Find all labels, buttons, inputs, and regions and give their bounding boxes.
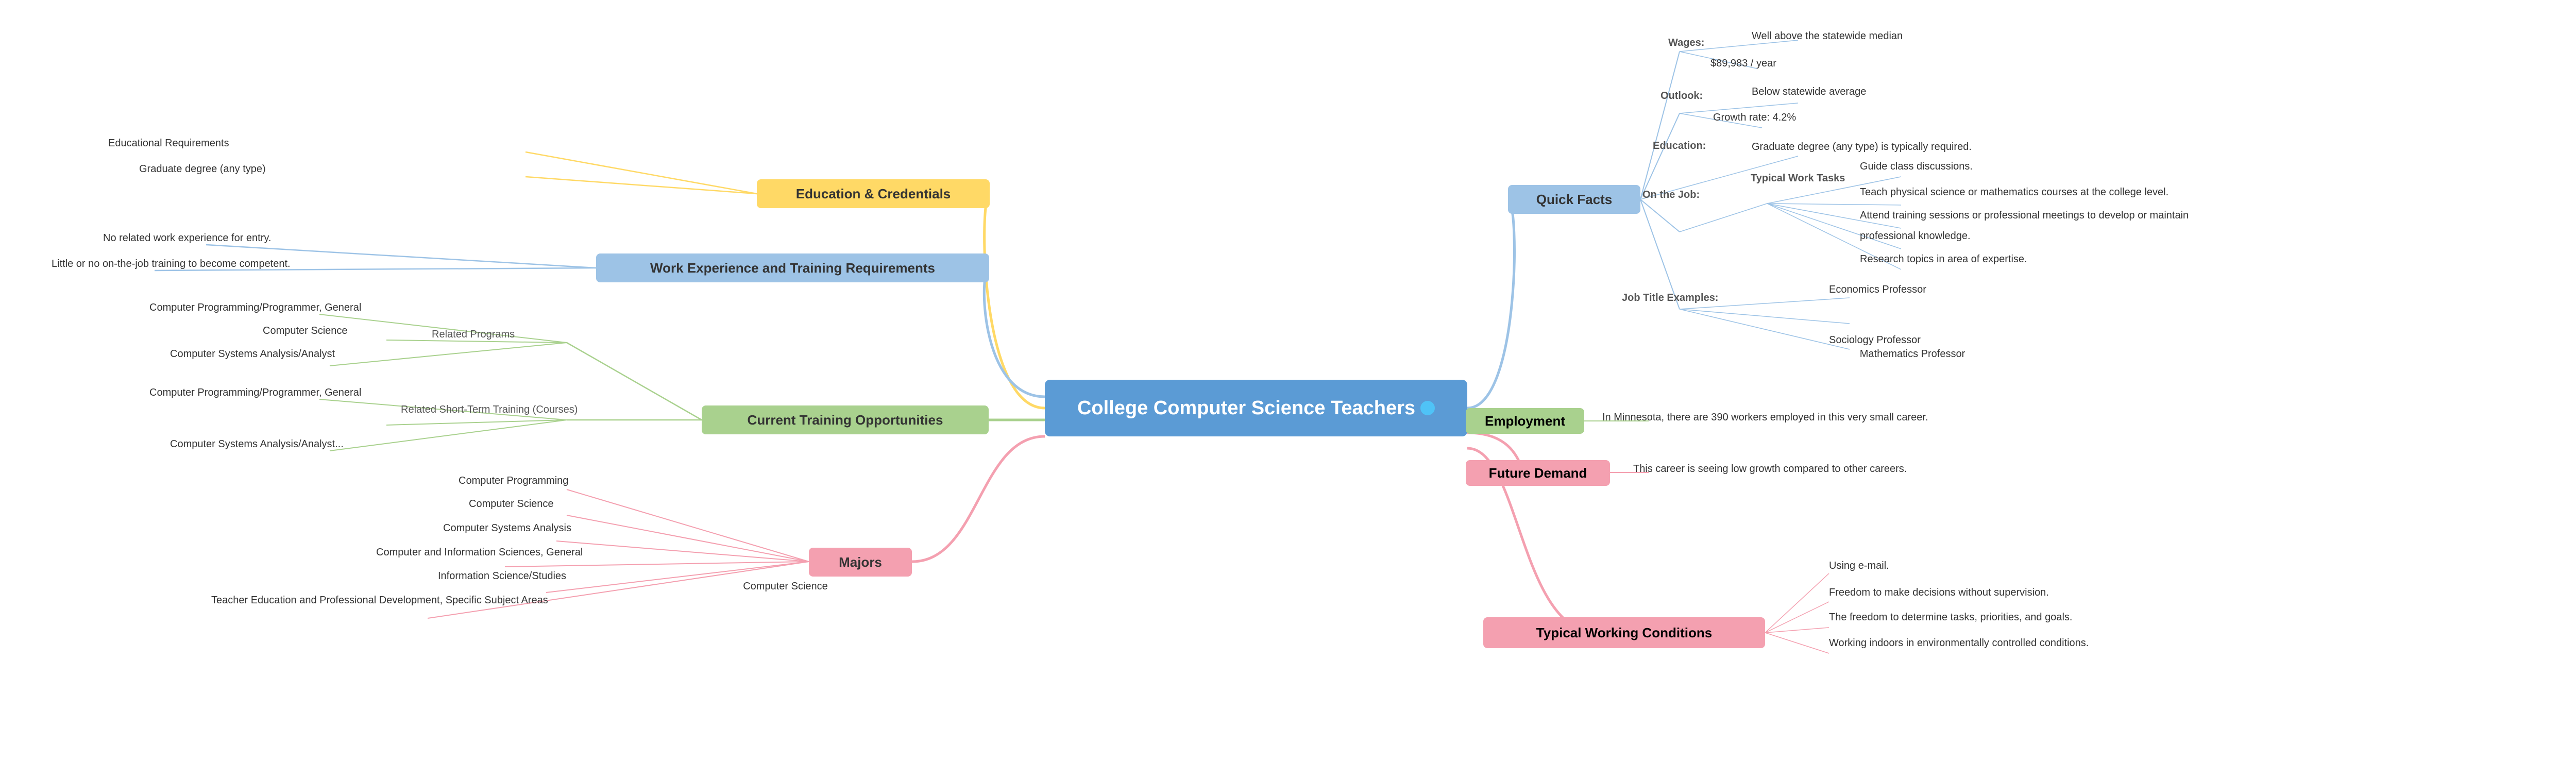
quick-facts-label: Quick Facts bbox=[1536, 192, 1612, 208]
work-experience-branch[interactable]: Work Experience and Training Requirement… bbox=[596, 253, 989, 282]
task-3b: professional knowledge. bbox=[1855, 228, 1976, 244]
wc-4: Working indoors in environmentally contr… bbox=[1824, 635, 2094, 651]
employment-label: Employment bbox=[1485, 413, 1565, 429]
future-demand-label: Future Demand bbox=[1489, 465, 1587, 481]
edu-leaf-requirements: Educational Requirements bbox=[103, 136, 234, 151]
quick-facts-branch[interactable]: Quick Facts bbox=[1508, 185, 1640, 214]
task-3: Attend training sessions or professional… bbox=[1855, 208, 2194, 224]
short-term-3: Computer Systems Analysis/Analyst... bbox=[165, 436, 349, 452]
job-title-examples-label: Job Title Examples: bbox=[1618, 291, 1722, 305]
training-label: Current Training Opportunities bbox=[748, 412, 943, 428]
edu-leaf-graduate: Graduate degree (any type) bbox=[134, 161, 271, 177]
education-label: Education & Credentials bbox=[796, 186, 951, 202]
future-demand-text: This career is seeing low growth compare… bbox=[1628, 461, 1912, 477]
majors-branch[interactable]: Majors bbox=[809, 548, 912, 577]
work-leaf-2: Little or no on-the-job training to beco… bbox=[46, 256, 296, 272]
future-demand-branch[interactable]: Future Demand bbox=[1466, 460, 1610, 486]
work-exp-label: Work Experience and Training Requirement… bbox=[650, 260, 935, 276]
major-4: Computer and Information Sciences, Gener… bbox=[371, 545, 588, 561]
related-short-term-label: Related Short-Term Training (Courses) bbox=[397, 403, 582, 417]
job-title-3: Sociology Professor bbox=[1824, 332, 1926, 348]
task-2: Teach physical science or mathematics co… bbox=[1855, 184, 2174, 200]
related-programs-label: Related Programs bbox=[428, 328, 519, 342]
computer-science-label: Computer Science bbox=[263, 325, 348, 337]
outlook-label: Outlook: bbox=[1656, 89, 1707, 103]
wages-value-1: Well above the statewide median bbox=[1747, 28, 1908, 44]
outlook-value-2: Growth rate: 4.2% bbox=[1708, 110, 1801, 126]
job-title-2: Mathematics Professor bbox=[1816, 346, 2009, 362]
job-title-1: Economics Professor bbox=[1824, 282, 1931, 298]
task-4: Research topics in area of expertise. bbox=[1855, 251, 2032, 267]
computer-science-2: Computer Science bbox=[743, 581, 828, 593]
employment-branch[interactable]: Employment bbox=[1466, 408, 1584, 434]
globe-icon bbox=[1420, 401, 1435, 415]
center-label: College Computer Science Teachers bbox=[1077, 397, 1415, 419]
typical-work-tasks-label: Typical Work Tasks bbox=[1747, 172, 1849, 185]
major-3: Computer Systems Analysis bbox=[438, 520, 577, 536]
majors-label: Majors bbox=[839, 554, 882, 570]
working-conditions-label: Typical Working Conditions bbox=[1536, 625, 1712, 641]
wages-value-2: $89,983 / year bbox=[1705, 56, 1782, 72]
major-1: Computer Programming bbox=[453, 473, 573, 489]
short-term-1: Computer Programming/Programmer, General bbox=[144, 385, 366, 401]
mindmap-container: College Computer Science Teachers Educat… bbox=[0, 0, 2576, 761]
wc-1: Using e-mail. bbox=[1824, 558, 1894, 574]
outlook-value-1: Below statewide average bbox=[1747, 84, 1871, 100]
education-credentials-branch[interactable]: Education & Credentials bbox=[757, 179, 990, 208]
training-prog-2: Computer Science bbox=[258, 323, 353, 339]
education-qf-value: Graduate degree (any type) is typically … bbox=[1747, 139, 1977, 155]
wages-label: Wages: bbox=[1664, 36, 1708, 50]
current-training-branch[interactable]: Current Training Opportunities bbox=[702, 405, 989, 434]
major-5: Information Science/Studies bbox=[433, 568, 571, 584]
task-1: Guide class discussions. bbox=[1855, 159, 1978, 175]
major-2: Computer Science bbox=[464, 496, 559, 512]
center-node: College Computer Science Teachers bbox=[1045, 380, 1467, 436]
major-6: Teacher Education and Professional Devel… bbox=[206, 593, 553, 608]
wc-3: The freedom to determine tasks, prioriti… bbox=[1824, 610, 2077, 625]
short-term-2: Computer Science bbox=[685, 579, 886, 595]
training-prog-1: Computer Programming/Programmer, General bbox=[144, 300, 366, 316]
working-conditions-branch[interactable]: Typical Working Conditions bbox=[1483, 617, 1765, 648]
work-leaf-1: No related work experience for entry. bbox=[98, 230, 276, 246]
education-qf-label: Education: bbox=[1649, 139, 1710, 153]
on-job-label: On the Job: bbox=[1638, 188, 1704, 202]
employment-text: In Minnesota, there are 390 workers empl… bbox=[1597, 410, 1934, 426]
wc-2: Freedom to make decisions without superv… bbox=[1824, 585, 2054, 601]
training-prog-3: Computer Systems Analysis/Analyst bbox=[165, 346, 340, 362]
